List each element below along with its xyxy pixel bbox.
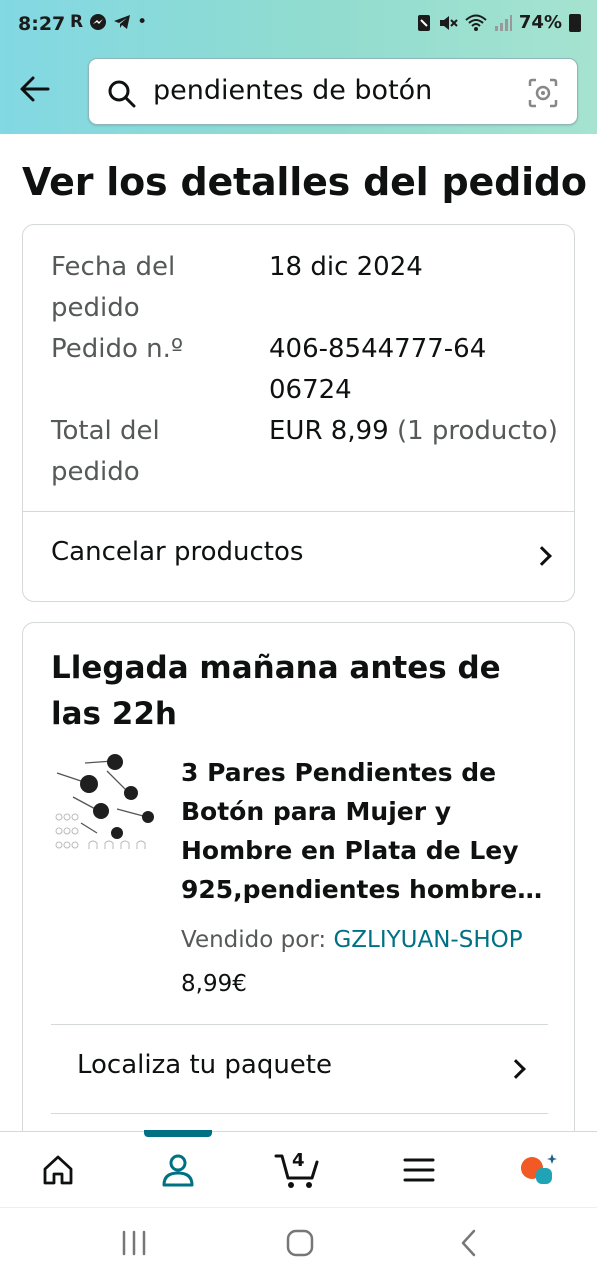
recent-apps-icon[interactable] [119,1228,149,1258]
home-icon [43,1155,73,1185]
system-nav-bar [0,1207,597,1280]
shipment-card: Llegada mañana antes de las 22h 3 Pares … [22,622,575,1142]
home-button-icon[interactable] [285,1228,315,1258]
cancel-products-label: Cancelar productos [51,537,304,567]
nav-home[interactable] [18,1132,98,1208]
order-total-label: Total del pedido [51,416,160,487]
battery-percent: 74% [518,12,562,33]
search-query[interactable]: pendientes de botón [153,75,432,106]
order-date-value: 18 dic 2024 [269,252,423,282]
search-icon [108,80,136,108]
bottom-nav: 4 [0,1130,597,1208]
seller-info: Vendido por: GZLIYUAN-SHOP [181,927,523,953]
camera-search-icon[interactable] [527,77,559,109]
notification-icons: R • [70,12,147,32]
cancel-products-row[interactable]: Cancelar productos [23,511,576,601]
nfc-icon [417,14,430,31]
order-date-label: Fecha del pedido [51,252,176,323]
mute-icon [439,15,458,30]
status-bar: 8:27 R • 74% [0,0,597,50]
account-icon [162,1154,194,1187]
order-summary-card: Fecha del pedido 18 dic 2024 Pedido n.º … [22,224,575,602]
messenger-icon [90,14,107,30]
app-header: 8:27 R • 74% pendientes de botón [0,0,597,134]
order-total-value: EUR 8,99 (1 producto) [269,411,559,452]
order-number-label: Pedido n.º [51,334,184,364]
search-bar[interactable]: pendientes de botón [88,58,578,125]
nav-menu[interactable] [378,1132,458,1208]
track-package-label: Localiza tu paquete [77,1050,332,1080]
seller-link[interactable]: GZLIYUAN-SHOP [333,927,522,953]
status-time: 8:27 [18,13,66,35]
assistant-icon [521,1154,557,1184]
telegram-icon [114,15,131,29]
product-price: 8,99€ [181,971,247,997]
order-number-value: 406-8544777-6406724 [269,334,487,405]
wifi-icon [465,14,487,31]
back-button-icon[interactable] [454,1228,484,1258]
sold-by-label: Vendido por: [181,927,327,953]
product-image[interactable] [53,753,157,863]
arrival-status: Llegada mañana antes de las 22h [51,650,501,732]
chevron-right-icon [532,546,552,566]
system-icons: 74% [417,12,581,33]
page-title: Ver los detalles del pedido [22,160,587,204]
menu-icon [403,1158,435,1182]
more-notifications-dot: • [137,12,148,32]
chevron-right-icon [506,1059,526,1079]
nav-account[interactable] [138,1132,218,1208]
cart-count-badge: 4 [292,1150,305,1171]
r-app-icon: R [70,12,84,32]
back-arrow-icon[interactable] [18,72,52,106]
battery-icon [569,13,581,32]
order-total-quantity: (1 producto) [396,416,558,446]
track-package-row[interactable]: Localiza tu paquete [23,1024,576,1114]
divider [51,1113,548,1114]
product-title-link[interactable]: 3 Pares Pendientes de Botón para Mujer y… [181,753,551,909]
nav-assistant[interactable] [498,1132,578,1208]
order-total-amount: EUR 8,99 [269,416,389,446]
signal-icon [494,14,512,31]
